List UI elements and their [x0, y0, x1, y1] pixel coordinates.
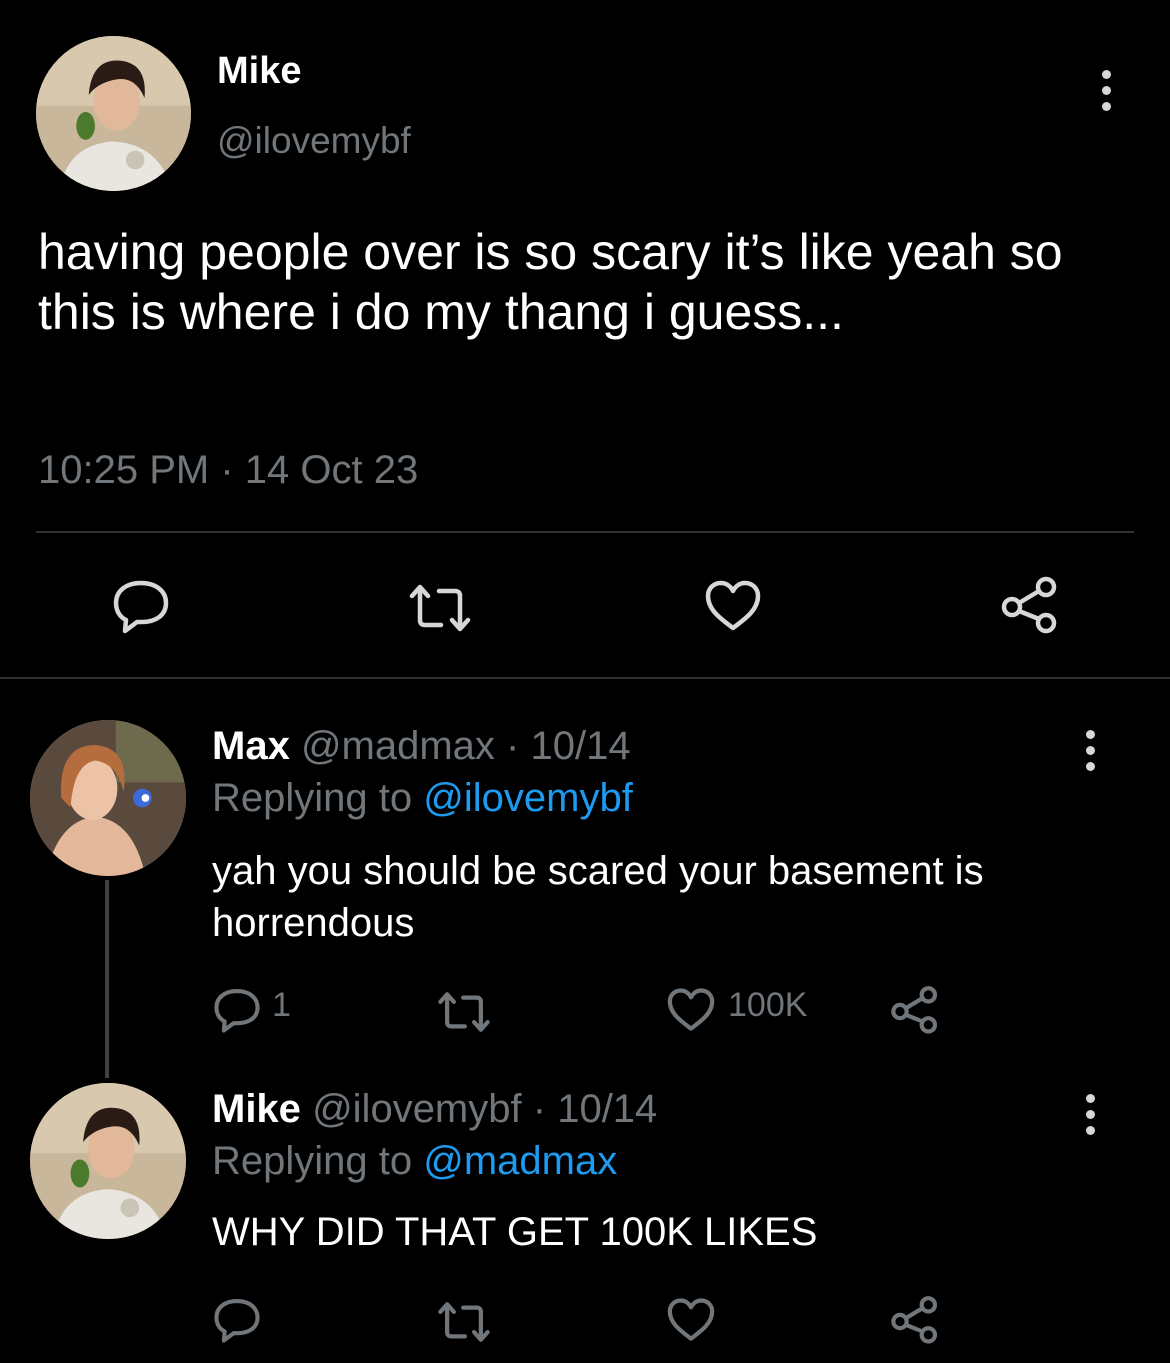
share-icon[interactable]	[890, 984, 940, 1034]
reply-icon[interactable]	[213, 987, 261, 1033]
reply-date[interactable]: 10/14	[557, 1087, 657, 1131]
author-handle[interactable]: @ilovemybf	[312, 1087, 522, 1131]
like-icon[interactable]	[666, 988, 716, 1032]
more-options-icon[interactable]	[1083, 1094, 1097, 1135]
mention-link[interactable]: @ilovemybf	[423, 776, 633, 820]
like-count: 100K	[728, 986, 808, 1024]
separator-dot: ·	[532, 1087, 547, 1131]
tweet-time[interactable]: 10:25 PM	[38, 448, 209, 492]
reply-date[interactable]: 10/14	[531, 724, 631, 768]
more-options-icon[interactable]	[1099, 70, 1113, 111]
avatar[interactable]	[30, 720, 186, 876]
author-name[interactable]: Mike	[212, 1087, 301, 1131]
separator-dot: ·	[220, 448, 234, 492]
divider	[36, 531, 1134, 533]
separator-dot: ·	[506, 724, 520, 768]
like-icon[interactable]	[704, 580, 762, 632]
replying-to: Replying to @ilovemybf	[212, 776, 633, 821]
share-icon[interactable]	[1000, 574, 1060, 634]
share-icon[interactable]	[890, 1294, 940, 1344]
retweet-icon[interactable]	[437, 1300, 491, 1344]
tweet-timestamp: 10:25 PM · 14 Oct 23	[38, 448, 418, 493]
reply-icon[interactable]	[213, 1297, 261, 1343]
retweet-icon[interactable]	[437, 990, 491, 1034]
more-options-icon[interactable]	[1083, 730, 1097, 771]
thread-line	[105, 880, 109, 1078]
replying-to-label: Replying to	[212, 1139, 413, 1183]
section-divider	[0, 677, 1170, 679]
reply-header: Max @madmax · 10/14	[212, 724, 631, 769]
avatar-photo	[36, 36, 191, 191]
avatar[interactable]	[30, 1083, 186, 1239]
reply-text: yah you should be scared your basement i…	[212, 849, 984, 945]
avatar-photo	[30, 720, 186, 876]
tweet-text: having people over is so scary it’s like…	[38, 224, 1063, 340]
avatar[interactable]	[36, 36, 191, 191]
replying-to-label: Replying to	[212, 776, 413, 820]
author-handle[interactable]: @madmax	[301, 724, 495, 768]
author-name[interactable]: Max	[212, 724, 290, 768]
reply-text: WHY DID THAT GET 100K LIKES	[212, 1210, 818, 1254]
replying-to: Replying to @madmax	[212, 1139, 617, 1184]
author-name[interactable]: Mike	[217, 50, 301, 93]
reply-count: 1	[272, 986, 291, 1024]
reply-icon[interactable]	[112, 578, 170, 634]
retweet-icon[interactable]	[408, 582, 472, 634]
mention-link[interactable]: @madmax	[423, 1139, 617, 1183]
like-icon[interactable]	[666, 1298, 716, 1342]
tweet-date[interactable]: 14 Oct 23	[245, 448, 418, 492]
author-handle[interactable]: @ilovemybf	[217, 120, 411, 162]
avatar-photo	[30, 1083, 186, 1239]
reply-header: Mike @ilovemybf · 10/14	[212, 1087, 657, 1132]
